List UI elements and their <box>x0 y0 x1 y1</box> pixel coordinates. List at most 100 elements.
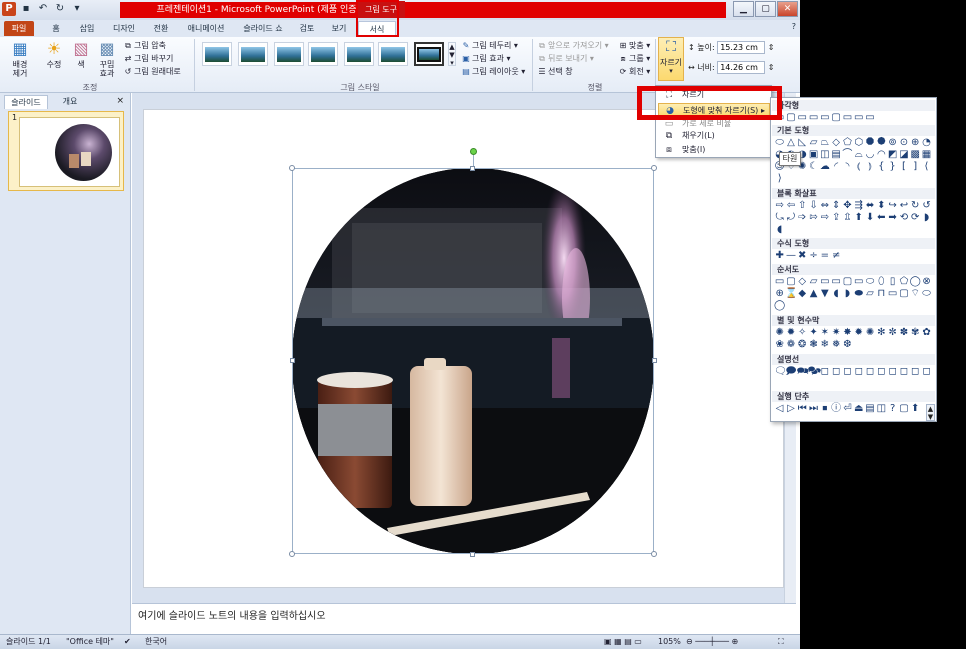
shape-option-icon[interactable]: ▭ <box>887 288 898 300</box>
tab-format[interactable]: 서식 <box>358 21 396 36</box>
shape-option-icon[interactable]: ◪ <box>898 149 909 161</box>
shape-option-icon[interactable]: [ <box>898 161 909 173</box>
shape-option-icon[interactable]: ▭ <box>819 276 830 288</box>
shape-option-icon[interactable]: ⤿ <box>774 212 785 224</box>
shape-option-icon[interactable]: ◻ <box>819 366 830 378</box>
shape-row-action[interactable]: ◁ ▷ ⏮ ⏭ ⏹ ⓘ ⏎ ⏏ ▤ ◫? ▢ ⬆ <box>774 403 934 415</box>
shape-option-icon[interactable]: ⬌ <box>864 200 875 212</box>
powerpoint-logo-icon[interactable]: P <box>2 2 16 16</box>
shape-option-icon[interactable]: ✼ <box>887 327 898 339</box>
shape-option-icon[interactable]: ◩ <box>887 149 898 161</box>
shape-option-icon[interactable]: ✖ <box>797 250 808 262</box>
shape-option-icon[interactable]: ▢ <box>898 403 909 415</box>
tab-review[interactable]: 검토 <box>294 21 320 36</box>
tab-insert[interactable]: 삽입 <box>72 21 102 36</box>
shape-option-icon[interactable]: ] <box>910 161 921 173</box>
shape-option-icon[interactable]: ⊕ <box>774 288 785 300</box>
shape-option-icon[interactable]: = <box>819 250 830 262</box>
picture-style-4[interactable] <box>308 42 338 66</box>
shape-option-icon[interactable]: ▢ <box>785 276 796 288</box>
reset-picture-button[interactable]: ↺ 그림 원래대로 <box>122 65 181 78</box>
shape-option-icon[interactable]: ≠ <box>830 250 841 262</box>
send-backward-button[interactable]: ⧉ 뒤로 보내기 ▾ <box>536 52 594 65</box>
shape-option-icon[interactable]: ◫ <box>876 403 887 415</box>
shape-option-icon[interactable]: ▭ <box>774 276 785 288</box>
shape-option-icon[interactable]: ◻ <box>830 366 841 378</box>
shape-option-icon[interactable]: ◻ <box>876 366 887 378</box>
tab-slides[interactable]: 슬라이드 <box>4 95 48 109</box>
picture-style-7[interactable] <box>414 42 444 66</box>
shape-option-icon[interactable]: ➩ <box>797 212 808 224</box>
tab-design[interactable]: 디자인 <box>106 21 142 36</box>
shape-option-icon[interactable]: ▭ <box>830 276 841 288</box>
resize-handle-e[interactable] <box>652 358 657 363</box>
artistic-effects-button[interactable]: ▩ 꾸밈 효과 <box>94 40 120 79</box>
picture-border-button[interactable]: ✎ 그림 테두리 ▾ <box>460 39 518 52</box>
shape-option-icon[interactable]: ◻ <box>864 366 875 378</box>
shape-option-icon[interactable]: ◻ <box>921 366 932 378</box>
shape-option-icon[interactable]: ✸ <box>842 327 853 339</box>
shape-option-icon[interactable]: ⬆ <box>853 212 864 224</box>
tab-slideshow[interactable]: 슬라이드 쇼 <box>236 21 290 36</box>
color-button[interactable]: ▧ 색 <box>68 40 94 70</box>
shape-option-icon[interactable]: ❂ <box>797 339 808 351</box>
menu-item-fill[interactable]: ⧉ 채우기(L) <box>658 129 770 143</box>
shape-option-icon[interactable]: ◝ <box>842 161 853 173</box>
close-button[interactable]: ✕ <box>777 1 798 17</box>
width-spinner-icon[interactable]: ⇕ <box>768 63 775 72</box>
status-zoom[interactable]: 105% <box>658 635 681 649</box>
shape-option-icon[interactable]: ◯ <box>774 300 785 312</box>
shape-option-icon[interactable]: ▭ <box>842 112 853 124</box>
shape-option-icon[interactable]: ◖ <box>774 224 785 236</box>
shape-option-icon[interactable]: ⇪ <box>830 212 841 224</box>
shape-option-icon[interactable]: ⦆ <box>864 161 875 173</box>
shape-option-icon[interactable]: ⟩ <box>774 173 785 185</box>
shape-option-icon[interactable]: ◻ <box>898 366 909 378</box>
shape-option-icon[interactable]: ◻ <box>887 366 898 378</box>
shape-option-icon[interactable]: ⊚ <box>887 137 898 149</box>
shape-option-icon[interactable]: ? <box>887 403 898 415</box>
minimize-button[interactable]: ▁ <box>733 1 754 17</box>
shape-option-icon[interactable]: ⬅ <box>876 212 887 224</box>
shape-option-icon[interactable]: ✿ <box>921 327 932 339</box>
shape-option-icon[interactable]: ✧ <box>797 327 808 339</box>
shape-option-icon[interactable]: ◯ <box>910 276 921 288</box>
shape-option-icon[interactable]: ↩ <box>898 200 909 212</box>
shape-option-icon[interactable]: ⌛ <box>785 288 797 300</box>
redo-icon[interactable]: ↻ <box>53 2 67 16</box>
tab-view[interactable]: 보기 <box>326 21 352 36</box>
menu-item-fit[interactable]: ⧈ 맞춤(I) <box>658 143 770 157</box>
shape-option-icon[interactable]: ✺ <box>864 327 875 339</box>
resize-handle-ne[interactable] <box>651 165 657 171</box>
shape-row-stars[interactable]: ✺ ✹ ✧ ✦ ✶ ✷ ✸ ✹ ✺ ✻ ✼ ✽ ✾ ✿ ❀ ❁ ❂ ❃ ❄ ❅ ❆ <box>774 327 934 351</box>
shape-option-icon[interactable]: ▢ <box>842 276 853 288</box>
resize-handle-nw[interactable] <box>289 165 295 171</box>
resize-handle-n[interactable] <box>470 166 475 171</box>
shape-option-icon[interactable]: ▩ <box>910 149 921 161</box>
shape-option-icon[interactable]: ◔ <box>921 137 932 149</box>
shape-row-rectangles[interactable]: ▭ ▢ ▭ ▭ ▭ ▢ ▭ ▭ ▭ <box>774 112 934 124</box>
shape-option-icon[interactable]: △ <box>785 137 796 149</box>
tab-outline[interactable]: 개요 <box>48 95 92 109</box>
shape-option-icon[interactable]: ÷ <box>808 250 819 262</box>
shape-option-icon[interactable]: ⇫ <box>842 212 853 224</box>
shape-option-icon[interactable]: ▷ <box>785 403 796 415</box>
shape-option-icon[interactable]: ✾ <box>910 327 921 339</box>
rotate-button[interactable]: ⟳ 회전 ▾ <box>617 65 651 78</box>
shape-option-icon[interactable]: ⬍ <box>876 200 887 212</box>
shape-option-icon[interactable]: ◁ <box>774 403 785 415</box>
picture-style-6[interactable] <box>378 42 408 66</box>
shape-option-icon[interactable]: ◇ <box>797 276 808 288</box>
shape-option-icon[interactable]: ◡ <box>864 149 875 161</box>
shape-option-icon[interactable]: ❃ <box>808 339 819 351</box>
shape-option-icon[interactable]: ⬭ <box>864 276 875 288</box>
notes-pane[interactable]: 여기에 슬라이드 노트의 내용을 입력하십시오 <box>132 603 796 634</box>
shape-option-icon[interactable]: ◆ <box>797 288 808 300</box>
shape-option-icon[interactable]: ❄ <box>819 339 830 351</box>
menu-item-crop-to-shape[interactable]: ◕ 도형에 맞춰 자르기(S) ▸ <box>658 103 770 117</box>
shape-option-icon[interactable]: ▢ <box>785 112 796 124</box>
shape-option-icon[interactable]: ✦ <box>808 327 819 339</box>
bring-forward-button[interactable]: ⧉ 앞으로 가져오기 ▾ <box>536 39 608 52</box>
change-picture-button[interactable]: ⇄ 그림 바꾸기 <box>122 52 174 65</box>
resize-handle-sw[interactable] <box>289 551 295 557</box>
